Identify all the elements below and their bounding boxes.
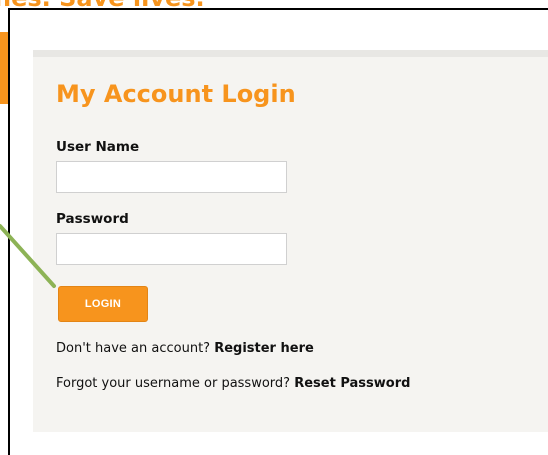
page: nes. Save lives. My Account Login User N… [0, 0, 548, 455]
annotation-arrow [0, 224, 56, 288]
annotation-arrow-line [0, 224, 56, 288]
